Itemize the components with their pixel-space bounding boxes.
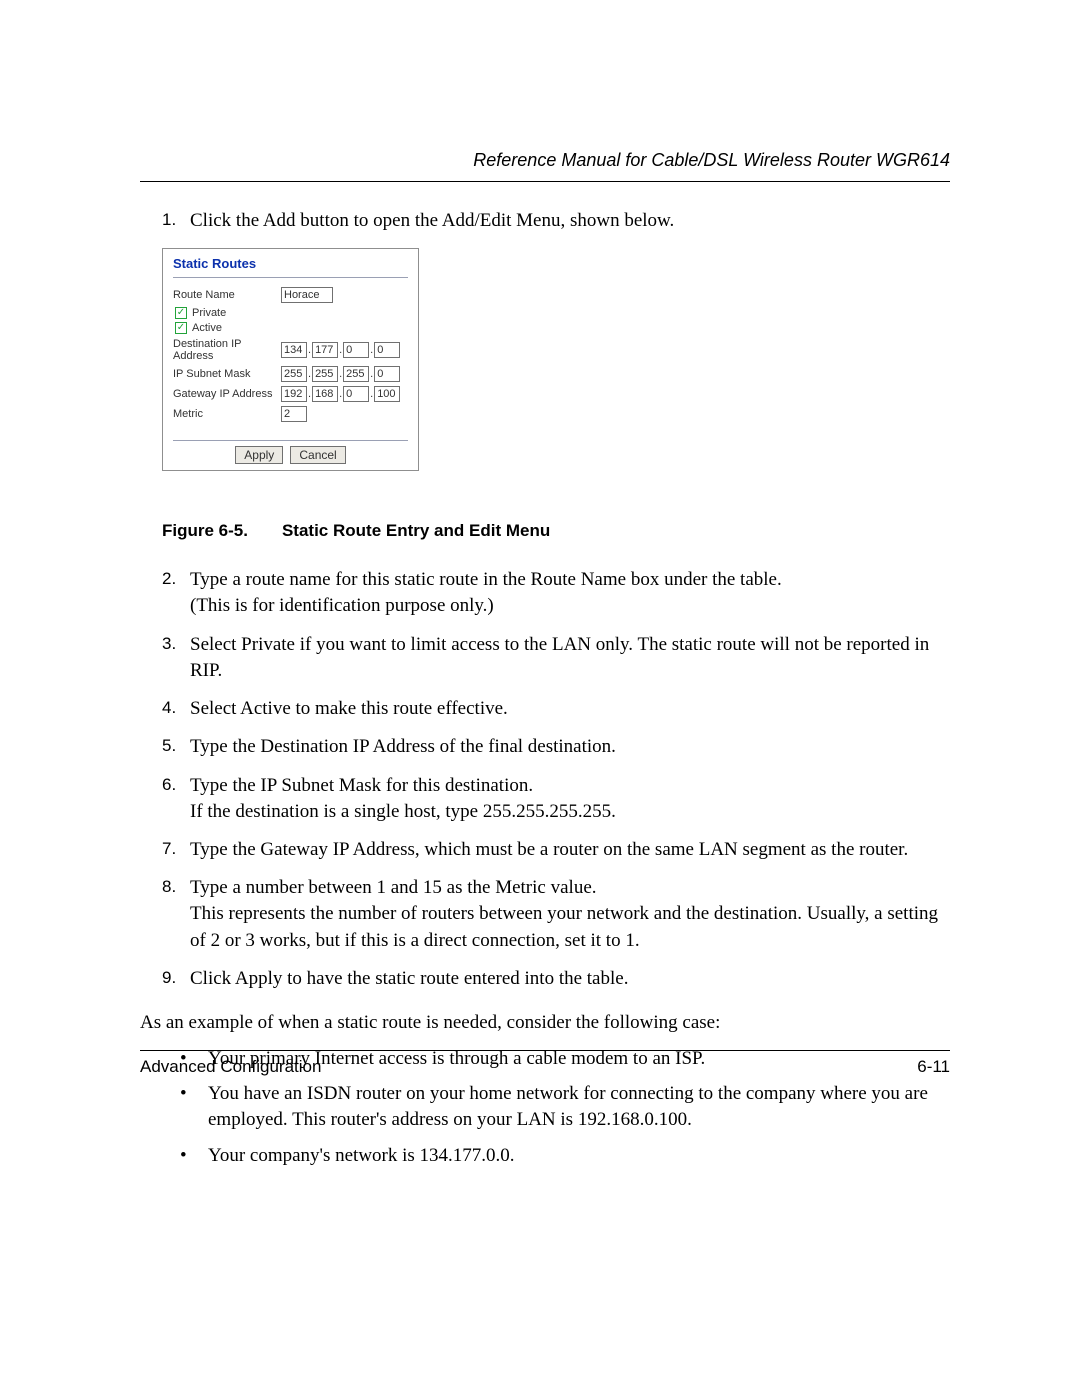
page-footer: Advanced Configuration 6-11 [140,1050,950,1077]
bullet-item: •Your company's network is 134.177.0.0. [180,1143,950,1169]
gw-label: Gateway IP Address [173,388,281,400]
step-num: 2. [162,567,190,619]
private-label: Private [192,307,226,319]
step-text: Type the Gateway IP Address, which must … [190,837,950,863]
step-text: Select Private if you want to limit acce… [190,632,950,684]
step-3: 3.Select Private if you want to limit ac… [162,632,950,684]
route-name-label: Route Name [173,289,281,301]
step-8: 8.Type a number between 1 and 15 as the … [162,875,950,954]
step-7: 7.Type the Gateway IP Address, which mus… [162,837,950,863]
checkbox-checked-icon: ✓ [175,322,187,334]
bullet-dot-icon: • [180,1143,208,1169]
step-num: 5. [162,734,190,760]
step-text: Select Active to make this route effecti… [190,696,950,722]
step-num: 3. [162,632,190,684]
bullet-item: •You have an ISDN router on your home ne… [180,1081,950,1132]
header-divider [140,181,950,182]
gw-octet-4[interactable]: 100 [374,386,400,402]
step-text: Type a route name for this static route … [190,567,950,619]
step-9: 9.Click Apply to have the static route e… [162,966,950,992]
checkbox-checked-icon: ✓ [175,307,187,319]
manual-page: Reference Manual for Cable/DSL Wireless … [0,0,1080,1397]
mask-octet-1[interactable]: 255 [281,366,307,382]
mask-octet-4[interactable]: 0 [374,366,400,382]
gw-octet-2[interactable]: 168 [312,386,338,402]
step-2: 2.Type a route name for this static rout… [162,567,950,619]
dest-ip-octet-1[interactable]: 134 [281,342,307,358]
figure-caption: Figure 6-5. Static Route Entry and Edit M… [162,521,950,541]
page-header-title: Reference Manual for Cable/DSL Wireless … [140,150,950,171]
active-checkbox[interactable]: ✓ Active [175,322,408,334]
dest-ip-octet-3[interactable]: 0 [343,342,369,358]
footer-left: Advanced Configuration [140,1057,321,1077]
step-num: 9. [162,966,190,992]
static-routes-panel: Static Routes Route Name Horace ✓ Privat… [162,248,419,471]
panel-divider-top [173,277,408,278]
metric-input[interactable]: 2 [281,406,307,422]
step-list-before: 1. Click the Add button to open the Add/… [140,208,950,234]
step-text: Click Apply to have the static route ent… [190,966,950,992]
bullet-dot-icon: • [180,1081,208,1132]
step-num: 6. [162,773,190,825]
mask-label: IP Subnet Mask [173,368,281,380]
step-text: Type the Destination IP Address of the f… [190,734,950,760]
route-name-input[interactable]: Horace [281,287,333,303]
step-text: Type a number between 1 and 15 as the Me… [190,875,950,954]
bullet-text: Your company's network is 134.177.0.0. [208,1143,950,1169]
panel-title: Static Routes [163,249,418,277]
panel-footer: Apply Cancel [173,440,408,470]
step-text: Click the Add button to open the Add/Edi… [190,208,950,234]
private-checkbox[interactable]: ✓ Private [175,307,408,319]
dest-ip-octet-4[interactable]: 0 [374,342,400,358]
bullet-text: You have an ISDN router on your home net… [208,1081,950,1132]
gw-octet-1[interactable]: 192 [281,386,307,402]
step-num: 4. [162,696,190,722]
apply-button[interactable]: Apply [235,446,283,464]
example-intro: As an example of when a static route is … [140,1010,950,1036]
mask-octet-2[interactable]: 255 [312,366,338,382]
footer-right: 6-11 [917,1057,950,1077]
step-text: Type the IP Subnet Mask for this destina… [190,773,950,825]
step-num: 1. [162,208,190,234]
step-4: 4.Select Active to make this route effec… [162,696,950,722]
step-5: 5.Type the Destination IP Address of the… [162,734,950,760]
step-num: 7. [162,837,190,863]
cancel-button[interactable]: Cancel [290,446,345,464]
dest-ip-label: Destination IP Address [173,338,281,362]
active-label: Active [192,322,222,334]
mask-octet-3[interactable]: 255 [343,366,369,382]
dest-ip-octet-2[interactable]: 177 [312,342,338,358]
step-list-after: 2.Type a route name for this static rout… [140,567,950,992]
step-num: 8. [162,875,190,954]
metric-label: Metric [173,408,281,420]
gw-octet-3[interactable]: 0 [343,386,369,402]
figure-number: Figure 6-5. [162,521,248,540]
step-1: 1. Click the Add button to open the Add/… [162,208,950,234]
figure-text: Static Route Entry and Edit Menu [282,521,550,540]
step-6: 6.Type the IP Subnet Mask for this desti… [162,773,950,825]
